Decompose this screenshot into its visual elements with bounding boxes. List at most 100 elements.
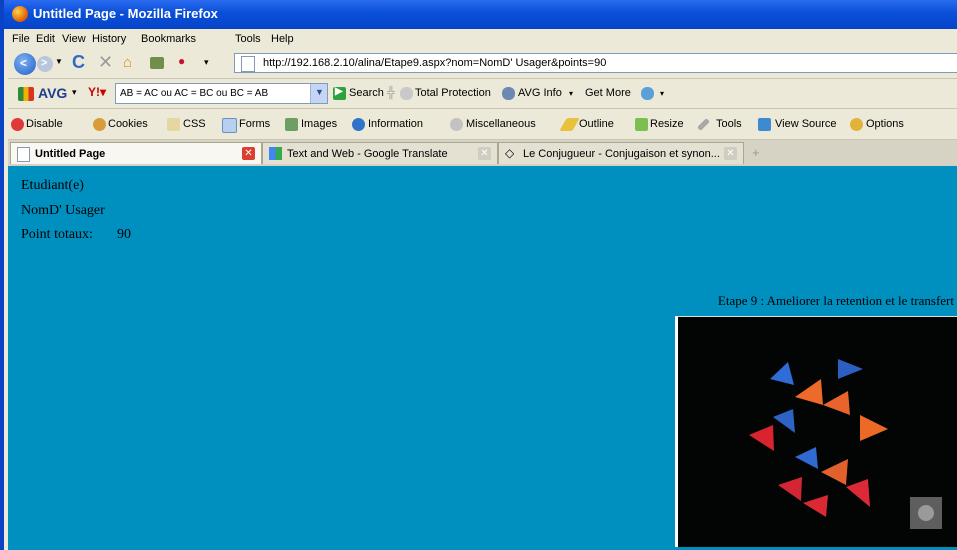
webdev-tools[interactable]: Tools — [716, 118, 742, 130]
avg-info-button[interactable]: AVG Info — [518, 87, 562, 99]
triangle-orange — [860, 415, 888, 441]
triangle-star-figure — [749, 359, 888, 517]
menu-history[interactable]: History — [92, 33, 126, 45]
avg-brand[interactable]: AVG — [38, 85, 67, 101]
stop-icon[interactable]: ✕ — [98, 52, 113, 73]
menu-bookmarks[interactable]: Bookmarks — [141, 33, 196, 45]
shield-icon — [400, 87, 413, 100]
more-dropdown-icon[interactable]: ▾ — [204, 57, 209, 68]
close-icon[interactable]: ✕ — [478, 147, 491, 160]
url-text: http://192.168.2.10/alina/Etape9.aspx?no… — [263, 57, 607, 69]
video-player[interactable] — [675, 316, 957, 547]
back-button[interactable]: < — [14, 53, 36, 75]
webdev-information[interactable]: Information — [368, 118, 423, 130]
tab-google-translate[interactable]: Text and Web - Google Translate ✕ — [262, 142, 498, 164]
firefox-logo-icon — [12, 6, 28, 22]
total-protection-button[interactable]: Total Protection — [415, 87, 491, 99]
avg-search-button[interactable]: Search — [349, 87, 384, 99]
points-value: 90 — [117, 227, 131, 242]
avg-info-dropdown-icon[interactable]: ▾ — [569, 89, 573, 98]
menu-view[interactable]: View — [62, 33, 86, 45]
navigation-toolbar: < > ▼ C ✕ ⌂ ● ▾ http://192.168.2.10/alin… — [8, 50, 957, 79]
tab-label: Untitled Page — [35, 148, 106, 160]
avg-search-field[interactable]: AB = AC ou AC = BC ou BC = AB ▼ — [115, 83, 328, 104]
miscellaneous-icon — [450, 118, 463, 131]
webdev-miscellaneous[interactable]: Miscellaneous — [466, 118, 536, 130]
video-frame — [749, 359, 942, 529]
web-developer-toolbar: Disable Cookies CSS Forms Images Informa… — [8, 109, 957, 140]
page-icon — [17, 147, 30, 162]
webdev-forms[interactable]: Forms — [239, 118, 270, 130]
widget-dropdown-icon[interactable]: ▾ — [660, 89, 664, 98]
menu-file[interactable]: File — [12, 33, 30, 45]
webdev-view-source[interactable]: View Source — [775, 118, 837, 130]
new-tab-icon[interactable]: + — [752, 145, 760, 160]
triangle-red — [846, 479, 870, 507]
step-title: Etape 9 : Ameliorer la retention et le t… — [717, 293, 954, 308]
search-go-icon[interactable]: ▶ — [333, 86, 346, 100]
avg-toolbar: AVG ▾ Y!▾ AB = AC ou AC = BC ou BC = AB … — [8, 79, 957, 109]
google-icon — [269, 147, 282, 160]
menu-help[interactable]: Help — [271, 33, 294, 45]
triangle-red — [778, 477, 802, 501]
cookie-icon — [93, 118, 106, 131]
view-source-icon — [758, 118, 771, 131]
triangle-orange — [823, 391, 850, 415]
chevron-down-icon[interactable]: ▼ — [310, 84, 327, 103]
triangle-blue — [838, 359, 863, 379]
tab-bar: Untitled Page ✕ Text and Web - Google Tr… — [8, 140, 957, 166]
avg-search-value: AB = AC ou AC = BC ou BC = AB — [120, 88, 269, 99]
close-icon[interactable]: ✕ — [242, 147, 255, 160]
triangle-red — [803, 495, 828, 517]
browser-window: Untitled Page - Mozilla Firefox File Edi… — [0, 0, 957, 550]
options-icon — [850, 118, 863, 131]
addon-icon[interactable]: ● — [178, 54, 185, 68]
print-icon[interactable] — [150, 57, 164, 69]
images-icon — [285, 118, 298, 131]
student-label: Etudiant(e) — [21, 178, 84, 193]
forward-button[interactable]: > — [37, 56, 53, 72]
page-content: Etudiant(e) NomD' Usager Point totaux: 9… — [8, 166, 957, 550]
watermark-eye-icon — [918, 505, 934, 521]
webdev-disable[interactable]: Disable — [26, 118, 63, 130]
outline-icon — [559, 118, 580, 131]
url-bar[interactable]: http://192.168.2.10/alina/Etape9.aspx?no… — [234, 53, 957, 73]
avg-dropdown-icon[interactable]: ▾ — [72, 87, 77, 98]
css-icon — [167, 118, 180, 131]
tab-le-conjugueur[interactable]: ◇ Le Conjugueur - Conjugaison et synon..… — [498, 142, 744, 164]
webdev-css[interactable]: CSS — [183, 118, 206, 130]
back-arrow-icon: < — [20, 56, 28, 70]
yahoo-icon[interactable]: Y!▾ — [88, 85, 106, 99]
close-icon[interactable]: ✕ — [724, 147, 737, 160]
triangle-blue — [770, 362, 794, 385]
avg-logo-icon — [18, 87, 34, 101]
diamond-icon: ◇ — [505, 146, 515, 160]
forms-icon — [222, 118, 237, 133]
menu-edit[interactable]: Edit — [36, 33, 55, 45]
info-icon — [502, 87, 515, 100]
widget-icon[interactable] — [641, 87, 654, 100]
tab-label: Le Conjugueur - Conjugaison et synon... — [523, 148, 720, 160]
webdev-images[interactable]: Images — [301, 118, 337, 130]
triangle-red — [749, 425, 774, 451]
history-dropdown-icon[interactable]: ▼ — [55, 57, 63, 66]
page-icon — [241, 56, 255, 72]
webdev-cookies[interactable]: Cookies — [108, 118, 148, 130]
tab-label: Text and Web - Google Translate — [287, 148, 448, 160]
get-more-button[interactable]: Get More — [585, 87, 631, 99]
webdev-resize[interactable]: Resize — [650, 118, 684, 130]
triangle-orange — [821, 459, 848, 485]
resize-icon — [635, 118, 648, 131]
menu-tools[interactable]: Tools — [235, 33, 261, 45]
menu-bar: File Edit View History Bookmarks Tools H… — [8, 29, 957, 50]
triangle-blue — [795, 447, 818, 469]
information-icon — [352, 118, 365, 131]
webdev-options[interactable]: Options — [866, 118, 904, 130]
triangle-blue — [773, 409, 795, 433]
webdev-outline[interactable]: Outline — [579, 118, 614, 130]
forward-arrow-icon: > — [41, 57, 48, 69]
home-icon[interactable]: ⌂ — [123, 54, 132, 71]
reload-icon[interactable]: C — [72, 52, 85, 73]
tab-untitled-page[interactable]: Untitled Page ✕ — [10, 142, 262, 164]
points-label: Point totaux: — [21, 227, 93, 242]
